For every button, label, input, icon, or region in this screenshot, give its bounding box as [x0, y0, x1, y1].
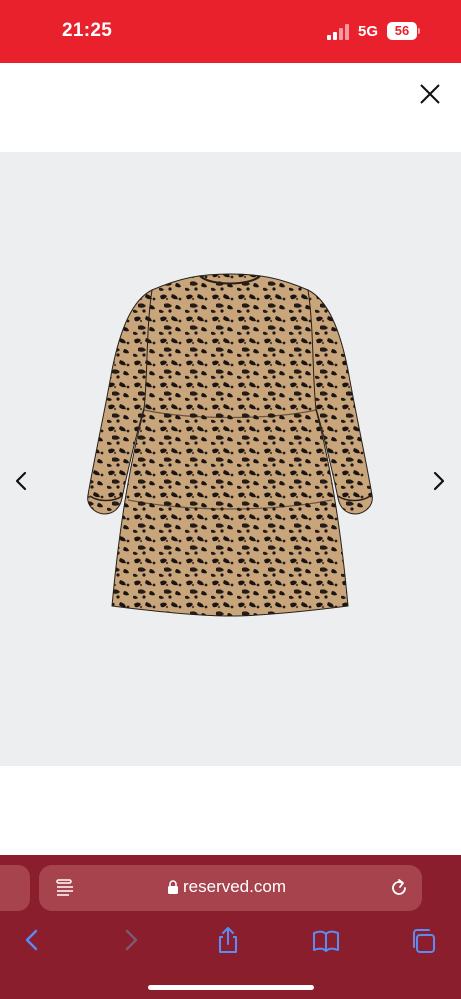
previous-tab-preview[interactable] [0, 865, 30, 911]
close-icon[interactable] [416, 80, 444, 108]
tabs-icon[interactable] [410, 925, 438, 955]
signal-icon [327, 24, 349, 40]
share-icon[interactable] [214, 925, 242, 955]
network-type: 5G [358, 23, 379, 40]
chevron-left-icon[interactable] [10, 466, 32, 496]
product-image [87, 273, 373, 617]
reader-icon[interactable] [55, 878, 75, 898]
bookmarks-icon[interactable] [312, 925, 340, 955]
chevron-right-icon[interactable] [428, 466, 450, 496]
status-time: 21:25 [62, 20, 113, 41]
battery-tip [418, 28, 420, 34]
url-text: reserved.com [183, 877, 286, 896]
battery-icon: 56 [387, 22, 417, 40]
back-icon[interactable] [18, 925, 46, 955]
status-bar: 21:25 5G 56 [0, 0, 461, 63]
browser-toolbar: reserved.com [0, 855, 461, 999]
address-bar[interactable]: reserved.com [39, 865, 422, 911]
forward-icon[interactable] [117, 925, 145, 955]
lock-icon [168, 880, 178, 894]
reload-icon[interactable] [388, 877, 410, 899]
home-indicator[interactable] [148, 985, 314, 990]
